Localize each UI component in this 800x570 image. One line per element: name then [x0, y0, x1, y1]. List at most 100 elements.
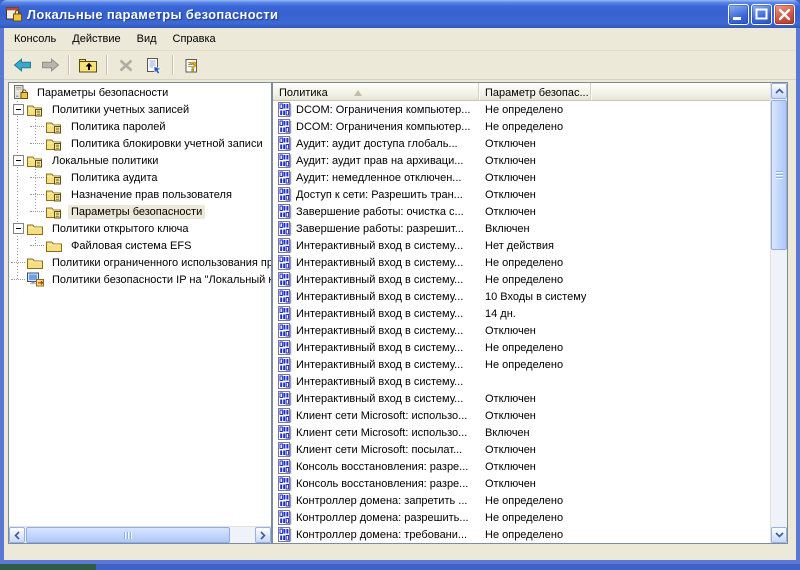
tree-expander-minus[interactable] — [13, 223, 24, 234]
vertical-scroll-thumb[interactable] — [771, 100, 787, 250]
folder-policy-icon — [46, 205, 63, 219]
app-window: Локальные параметры безопасности Консоль… — [0, 0, 800, 564]
delete-icon — [118, 58, 134, 73]
scroll-left-button[interactable] — [9, 527, 25, 543]
policy-item-icon — [277, 136, 292, 151]
list-row[interactable]: Контроллер домена: запретить ... Не опред… — [273, 492, 770, 509]
properties-button[interactable] — [140, 52, 168, 78]
tree-item[interactable]: Файловая система EFS — [9, 237, 271, 254]
tree-item[interactable]: Политики ограниченного использования пр — [9, 254, 271, 271]
minimize-button[interactable] — [728, 3, 749, 25]
tree-item[interactable]: Политика паролей — [9, 118, 271, 135]
policy-value: Отключен — [485, 392, 536, 405]
list-row[interactable]: Клиент сети Microsoft: посылат... Отключе… — [273, 441, 770, 458]
menu-item[interactable]: Действие — [64, 30, 128, 49]
list-row[interactable]: Аудит: немедленное отключен... Отключен — [273, 169, 770, 186]
list-row[interactable]: Интерактивный вход в систему... Не опреде… — [273, 339, 770, 356]
list-row[interactable]: Интерактивный вход в систему... 14 дн. — [273, 305, 770, 322]
tree-item[interactable]: Политика аудита — [9, 169, 271, 186]
close-button[interactable] — [774, 3, 795, 25]
tree-item[interactable]: Политика блокировки учетной записи — [9, 135, 271, 152]
tree-connector — [11, 262, 25, 263]
policy-name: Интерактивный вход в систему... — [296, 375, 464, 388]
list-row[interactable]: Консоль восстановления: разре... Отключен — [273, 458, 770, 475]
tree-expander-minus[interactable] — [13, 155, 24, 166]
list-row[interactable]: Клиент сети Microsoft: использо... Включе… — [273, 424, 770, 441]
list-row[interactable]: Контроллер домена: требовани... Не опреде… — [273, 526, 770, 543]
policy-name: Аудит: аудит доступа глобаль... — [296, 137, 458, 150]
sort-ascending-icon — [353, 89, 362, 96]
menu-item[interactable]: Вид — [129, 30, 165, 49]
list-row[interactable]: Аудит: аудит прав на архиваци... Отключен — [273, 152, 770, 169]
list-row[interactable]: Интерактивный вход в систему... 10 Входы … — [273, 288, 770, 305]
list-row[interactable]: Интерактивный вход в систему... Не опреде… — [273, 271, 770, 288]
window-title: Локальные параметры безопасности — [27, 6, 279, 22]
folder-policy-icon — [46, 188, 63, 202]
tree-item[interactable]: Политики открытого ключа — [9, 220, 271, 237]
list-row[interactable]: DCOM: Ограничения компьютер... Не определ… — [273, 101, 770, 118]
scroll-right-button[interactable] — [255, 527, 271, 543]
policy-name: Контроллер домена: разрешить... — [296, 511, 469, 524]
policy-name: Аудит: немедленное отключен... — [296, 171, 462, 184]
back-button[interactable] — [8, 52, 36, 78]
policy-value: Не определено — [485, 256, 564, 269]
tree-item-label: Назначение прав пользователя — [71, 188, 232, 201]
scroll-down-button[interactable] — [771, 527, 787, 543]
tree-item[interactable]: Параметры безопасности — [9, 84, 271, 101]
tree-item[interactable]: Политики учетных записей — [9, 101, 271, 118]
thumb-grip — [124, 531, 132, 539]
policy-item-icon — [277, 187, 292, 202]
title-bar[interactable]: Локальные параметры безопасности — [0, 0, 800, 28]
column-header-setting[interactable]: Параметр безопас... — [479, 83, 591, 100]
scroll-up-button[interactable] — [771, 83, 787, 99]
forward-button[interactable] — [36, 52, 64, 78]
tree-item[interactable]: Назначение прав пользователя — [9, 186, 271, 203]
list-row[interactable]: Интерактивный вход в систему... — [273, 373, 770, 390]
ipsec-icon — [27, 272, 44, 287]
maximize-button[interactable] — [751, 3, 772, 25]
folder-icon — [27, 256, 44, 270]
list-row[interactable]: Клиент сети Microsoft: использо... Отключ… — [273, 407, 770, 424]
policy-name: Интерактивный вход в систему... — [296, 307, 464, 320]
up-level-button[interactable] — [74, 52, 102, 78]
menu-bar: Консоль Действие Вид Справка — [4, 28, 796, 51]
help-button[interactable]: ? — [178, 52, 206, 78]
list-row[interactable]: Завершение работы: разрешит... Включен — [273, 220, 770, 237]
list-row[interactable]: Интерактивный вход в систему... Не опреде… — [273, 356, 770, 373]
folder-icon — [27, 222, 44, 236]
tree-item[interactable]: Параметры безопасности — [9, 203, 271, 220]
policy-value: Отключен — [485, 477, 536, 490]
tree-item[interactable]: Политики безопасности IP на "Локальный к — [9, 271, 271, 288]
horizontal-scroll-thumb[interactable] — [26, 527, 230, 543]
list-row[interactable]: Интерактивный вход в систему... Отключен — [273, 322, 770, 339]
policy-item-icon — [277, 238, 292, 253]
column-header-filler — [591, 83, 770, 100]
policy-name: Контроллер домена: запретить ... — [296, 494, 468, 507]
tree-expander-minus[interactable] — [13, 104, 24, 115]
list-row[interactable]: Доступ к сети: Разрешить тран... Отключен — [273, 186, 770, 203]
policy-item-icon — [277, 408, 292, 423]
policy-value: Не определено — [485, 341, 564, 354]
tree-item-label: Политики безопасности IP на "Локальный к — [52, 273, 271, 286]
tree-item[interactable]: Локальные политики — [9, 152, 271, 169]
horizontal-scrollbar[interactable] — [9, 526, 271, 543]
policy-item-icon — [277, 357, 292, 372]
folder-policy-icon — [27, 103, 44, 117]
menu-item[interactable]: Справка — [165, 30, 224, 49]
list-row[interactable]: Интерактивный вход в систему... Нет дейст… — [273, 237, 770, 254]
list-row[interactable]: Аудит: аудит доступа глобаль... Отключен — [273, 135, 770, 152]
folder-policy-icon — [27, 154, 44, 168]
list-row[interactable]: Интерактивный вход в систему... Не опреде… — [273, 254, 770, 271]
list-row[interactable]: DCOM: Ограничения компьютер... Не определ… — [273, 118, 770, 135]
list-row[interactable]: Завершение работы: очистка с... Отключен — [273, 203, 770, 220]
policy-item-icon — [277, 425, 292, 440]
menu-item[interactable]: Консоль — [6, 30, 64, 49]
list-row[interactable]: Контроллер домена: разрешить... Не опреде… — [273, 509, 770, 526]
list-row[interactable]: Консоль восстановления: разре... Отключен — [273, 475, 770, 492]
policy-name: Клиент сети Microsoft: посылат... — [296, 443, 463, 456]
column-header-policy[interactable]: Политика — [273, 83, 479, 100]
policy-name: Завершение работы: разрешит... — [296, 222, 464, 235]
delete-button[interactable] — [112, 52, 140, 78]
list-row[interactable]: Интерактивный вход в систему... Отключен — [273, 390, 770, 407]
vertical-scrollbar[interactable] — [770, 83, 787, 543]
